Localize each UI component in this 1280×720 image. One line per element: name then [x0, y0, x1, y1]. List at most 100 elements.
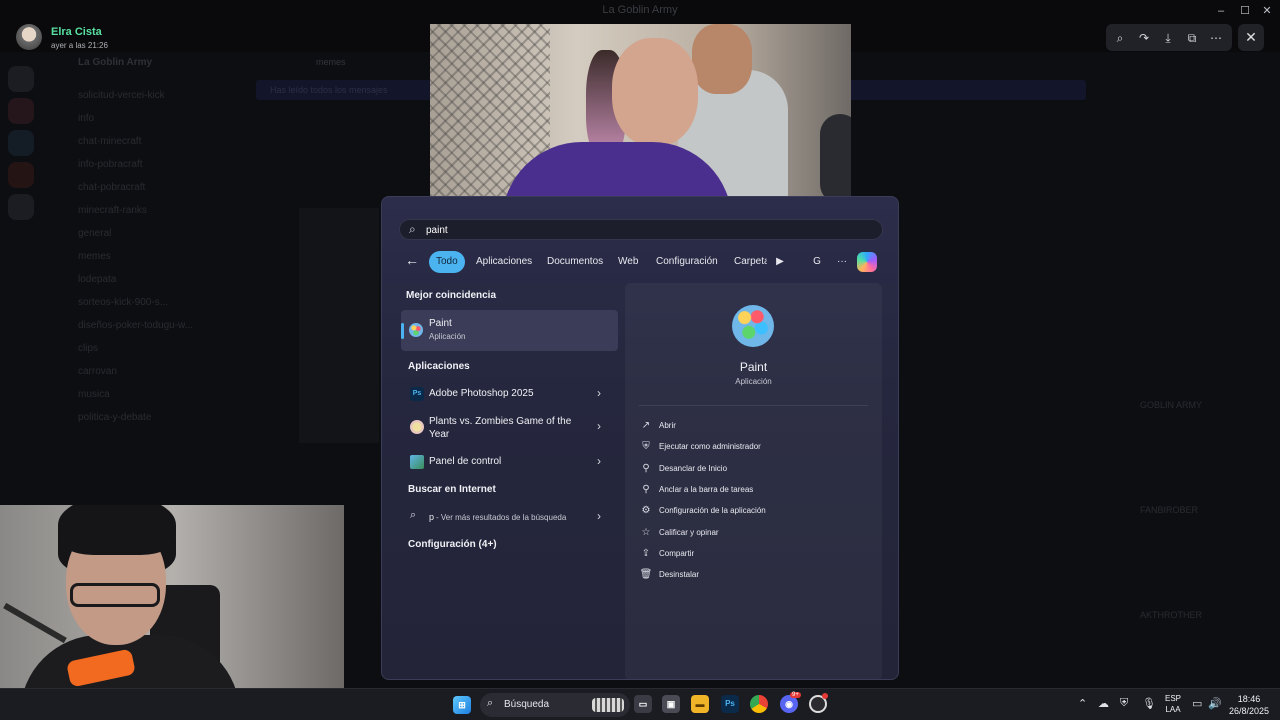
list-item[interactable]: Plants vs. Zombies Game of the Year › — [401, 410, 618, 444]
best-match-title: Paint — [429, 318, 452, 329]
action-icon: ☆ — [641, 526, 651, 538]
more-options-icon[interactable]: ··· — [833, 253, 851, 271]
network-icon[interactable]: ▭ — [1192, 697, 1202, 710]
best-match-heading: Mejor coincidencia — [406, 290, 497, 301]
action-item[interactable]: 🗑 Desinstalar — [639, 566, 699, 584]
best-match-item[interactable]: Paint Aplicación — [401, 310, 618, 351]
action-item[interactable]: ⚲ Desanclar de Inicio — [639, 460, 727, 478]
microphone-icon[interactable]: 🎙 — [1142, 697, 1156, 710]
poster-name[interactable]: Elra Cista — [51, 26, 102, 38]
file-explorer-icon[interactable]: ▬ — [691, 695, 709, 713]
app-title: Plants vs. Zombies Game of the Year — [429, 416, 572, 440]
search-icon: ⌕ — [409, 222, 416, 236]
avatar[interactable] — [16, 24, 42, 50]
action-icon: 🗑 — [639, 569, 653, 581]
list-item[interactable]: Panel de control › — [401, 450, 618, 474]
app-title: Adobe Photoshop 2025 — [429, 388, 534, 399]
server-icon — [8, 98, 34, 124]
clock[interactable]: 18:46 26/8/2025 — [1224, 693, 1274, 717]
pvz-icon — [410, 420, 424, 434]
action-item[interactable]: ⇪ Compartir — [639, 545, 694, 563]
tab-aplicaciones[interactable]: Aplicaciones — [469, 251, 539, 273]
window-titlebar: La Goblin Army – ☐ ✕ — [0, 0, 1280, 22]
server-icon — [8, 130, 34, 156]
channel-item: minecraft-ranks — [78, 205, 147, 216]
more-tabs-icon[interactable]: ▶ — [771, 253, 789, 271]
action-item[interactable]: ↗ Abrir — [639, 417, 676, 435]
best-match-subtitle: Aplicación — [429, 332, 466, 341]
photoshop-icon[interactable]: Ps — [721, 695, 739, 713]
media-image[interactable] — [430, 24, 851, 196]
minimize-button[interactable]: – — [1212, 3, 1230, 19]
preview-pane: Paint Aplicación ↗ Abrir ⛨ Ejecutar como ad… — [625, 283, 882, 679]
search-icon: ⌕ — [487, 697, 494, 709]
banner-text: Has leído todos los mensajes — [270, 85, 388, 95]
search-icon: ⌕ — [410, 509, 417, 521]
tab-web[interactable]: Web — [611, 251, 645, 273]
action-icon: ↗ — [641, 420, 651, 431]
action-item[interactable]: ⚲ Anclar a la barra de tareas — [639, 481, 753, 499]
action-icon: ⛨ — [642, 441, 650, 453]
zoom-icon[interactable]: ⌕ — [1111, 29, 1129, 47]
paint-icon — [409, 323, 423, 337]
web-search-item[interactable]: ⌕ p - Ver más resultados de la búsqueda … — [401, 505, 618, 529]
settings-heading[interactable]: Configuración (4+) — [408, 539, 497, 550]
discord-badge: 9+ — [790, 692, 801, 698]
start-menu: ⌕ ← Todo Aplicaciones Documentos Web Con… — [381, 196, 899, 680]
store-icon[interactable]: ▣ — [662, 695, 680, 713]
search-input[interactable] — [426, 222, 866, 238]
defender-icon[interactable]: ⛨ — [1120, 697, 1128, 710]
taskbar-search[interactable]: ⌕ Búsqueda — [480, 693, 630, 717]
server-name: La Goblin Army — [78, 57, 153, 68]
tab-documentos[interactable]: Documentos — [540, 251, 610, 273]
chevron-right-icon[interactable]: › — [597, 419, 601, 433]
action-icon: ⇪ — [641, 547, 651, 559]
back-button[interactable]: ← — [405, 252, 419, 268]
taskbar: ⊞ ⌕ Búsqueda ▭ ▣ ▬ Ps ◉ 9+ ⌃ ☁ ⛨ 🎙 ESP L… — [0, 688, 1280, 720]
chrome-icon[interactable] — [750, 695, 768, 713]
preview-subtitle: Aplicación — [735, 377, 772, 386]
chevron-right-icon[interactable]: › — [597, 454, 601, 468]
volume-icon[interactable]: 🔊 — [1208, 697, 1222, 710]
action-item[interactable]: ⚙ Configuración de la aplicación — [639, 502, 766, 520]
task-view-icon[interactable]: ▭ — [634, 695, 652, 713]
tab-carpetas[interactable]: Carpeta — [727, 251, 767, 273]
channel-item: chat-pobracraft — [78, 182, 146, 193]
chevron-up-icon[interactable]: ⌃ — [1078, 697, 1087, 710]
channel-item: memes — [78, 251, 111, 262]
member-name: GOBLIN ARMY — [1140, 400, 1203, 410]
channel-item: politica-y-debate — [78, 412, 152, 423]
action-label: Calificar y opinar — [659, 527, 719, 537]
action-item[interactable]: ⛨ Ejecutar como administrador — [639, 438, 761, 456]
open-external-icon[interactable]: ⧉ — [1183, 29, 1201, 47]
close-window-button[interactable]: ✕ — [1258, 3, 1276, 19]
forward-icon[interactable]: ↷ — [1135, 29, 1153, 47]
action-label: Configuración de la aplicación — [659, 506, 766, 516]
web-heading: Buscar en Internet — [408, 484, 496, 495]
clock-time: 18:46 — [1237, 694, 1261, 704]
member-list: GOBLIN ARMY FANBIROBER AKTHROTHER — [1110, 100, 1270, 660]
control-panel-icon — [410, 455, 424, 469]
account-icon[interactable]: G — [808, 253, 826, 271]
paint-icon — [732, 305, 774, 347]
web-more-results: - Ver más resultados de la búsqueda — [436, 513, 567, 522]
maximize-button[interactable]: ☐ — [1236, 3, 1254, 19]
action-label: Desinstalar — [659, 570, 700, 580]
action-item[interactable]: ☆ Calificar y opinar — [639, 524, 719, 542]
tab-configuracion[interactable]: Configuración — [649, 251, 725, 273]
lang-layout: LAA — [1165, 705, 1181, 714]
more-icon[interactable]: ⋯ — [1207, 29, 1225, 47]
chevron-right-icon[interactable]: › — [597, 509, 601, 523]
copilot-icon[interactable] — [857, 252, 877, 272]
search-box[interactable]: ⌕ — [399, 219, 883, 240]
onedrive-icon[interactable]: ☁ — [1098, 697, 1109, 710]
action-label: Ejecutar como administrador — [659, 442, 761, 452]
clock-date: 26/8/2025 — [1228, 706, 1270, 716]
input-language[interactable]: ESP LAA — [1162, 693, 1184, 715]
download-icon[interactable]: ⤓ — [1159, 29, 1177, 47]
chevron-right-icon[interactable]: › — [597, 386, 601, 400]
close-viewer-button[interactable]: ✕ — [1238, 24, 1264, 51]
list-item[interactable]: Ps Adobe Photoshop 2025 › — [401, 381, 618, 405]
tab-todo[interactable]: Todo — [429, 251, 465, 273]
start-icon[interactable]: ⊞ — [453, 696, 471, 714]
